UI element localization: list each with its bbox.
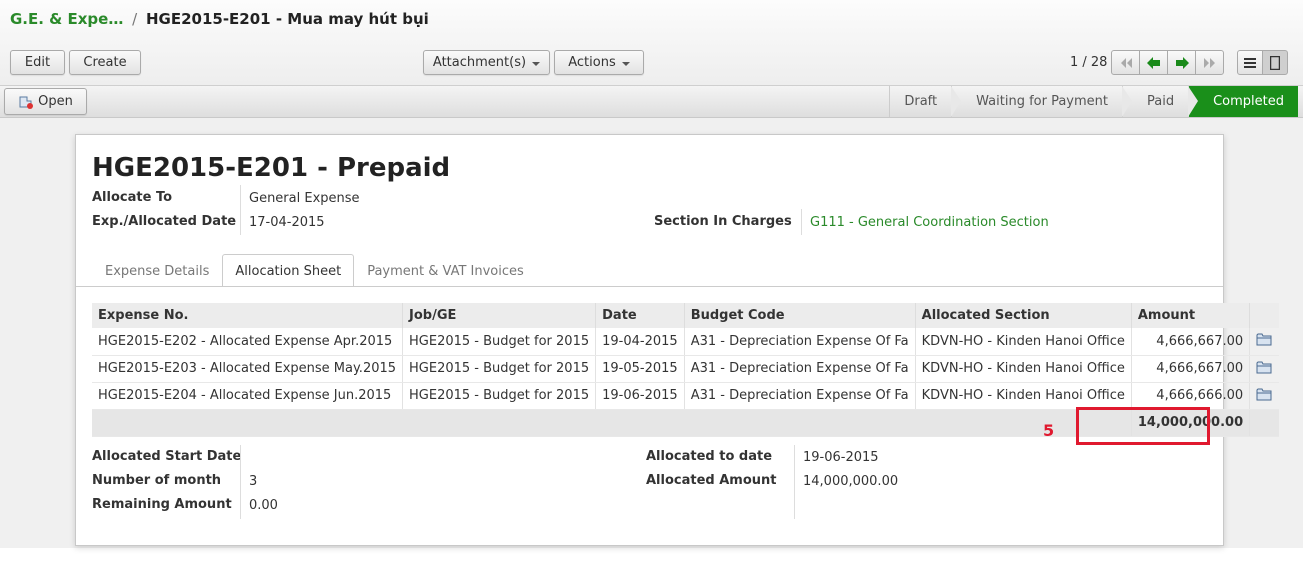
- actions-label: Actions: [568, 55, 616, 70]
- cell-date: 19-04-2015: [595, 328, 685, 356]
- tab-payment-vat-invoices[interactable]: Payment & VAT Invoices: [354, 254, 537, 287]
- arrow-right-icon: [1175, 56, 1189, 69]
- stage-draft[interactable]: Draft: [889, 86, 962, 117]
- allocated-start-date-label: Allocated Start Date: [92, 449, 242, 464]
- arrow-left-icon: [1146, 56, 1160, 69]
- edit-button[interactable]: Edit: [10, 50, 65, 75]
- stage-label: Draft: [904, 94, 938, 109]
- breadcrumb-current: HGE2015-E201 - Mua may hút bụi: [145, 10, 429, 28]
- form-icon: [1270, 55, 1280, 70]
- remaining-amount-field[interactable]: 0.00: [249, 498, 278, 513]
- cell-allocated-section: KDVN-HO - Kinden Hanoi Office: [915, 355, 1132, 383]
- allocated-date-label: Exp./Allocated Date: [92, 214, 237, 229]
- cell-expense-no: HGE2015-E204 - Allocated Expense Jun.201…: [92, 382, 404, 410]
- allocate-to-field[interactable]: General Expense: [249, 191, 360, 206]
- control-panel: G.E. & Expe… / HGE2015-E201 - Mua may hú…: [0, 0, 1303, 86]
- next-record-button[interactable]: [1167, 50, 1196, 75]
- last-icon: [1203, 57, 1215, 68]
- open-record-button[interactable]: [1249, 328, 1280, 356]
- number-of-month-label: Number of month: [92, 473, 222, 488]
- first-icon: [1120, 57, 1132, 68]
- form-view-button[interactable]: [1262, 50, 1288, 75]
- status-stages: Draft Waiting for Payment Paid Completed: [889, 86, 1298, 117]
- table-row[interactable]: HGE2015-E203 - Allocated Expense May.201…: [92, 355, 1280, 383]
- cell-allocated-section: KDVN-HO - Kinden Hanoi Office: [915, 328, 1132, 356]
- cell-budget-code: A31 - Depreciation Expense Of Fa: [684, 382, 916, 410]
- section-in-charges-label: Section In Charges: [654, 214, 792, 229]
- form-sheet: HGE2015-E201 - Prepaid Allocate To Gener…: [75, 134, 1280, 546]
- column-header-allocated-section[interactable]: Allocated Section: [915, 303, 1132, 328]
- caret-down-icon: [621, 61, 630, 66]
- cell-expense-no: HGE2015-E202 - Allocated Expense Apr.201…: [92, 328, 404, 356]
- allocated-amount-field[interactable]: 14,000,000.00: [803, 474, 898, 489]
- cell-date: 19-06-2015: [595, 382, 685, 410]
- stage-label: Waiting for Payment: [976, 94, 1108, 109]
- attachments-label: Attachment(s): [432, 55, 527, 70]
- first-record-button[interactable]: [1111, 50, 1140, 75]
- open-icon: [19, 96, 34, 109]
- open-button-label: Open: [38, 94, 73, 109]
- allocate-to-label: Allocate To: [92, 190, 173, 205]
- cell-job-ge: HGE2015 - Budget for 2015: [402, 328, 597, 356]
- stage-label: Paid: [1147, 94, 1175, 109]
- create-button-label: Create: [83, 55, 127, 70]
- pager-counter[interactable]: 1 / 28: [1070, 55, 1107, 70]
- column-header-date[interactable]: Date: [595, 303, 685, 328]
- table-row[interactable]: HGE2015-E204 - Allocated Expense Jun.201…: [92, 382, 1280, 410]
- open-button[interactable]: Open: [4, 88, 87, 115]
- folder-icon: [1256, 333, 1272, 346]
- stage-label: Completed: [1213, 94, 1284, 109]
- notebook-tabs: Expense Details Allocation Sheet Payment…: [92, 254, 537, 287]
- status-bar: Open Draft Waiting for Payment Paid Comp…: [0, 86, 1303, 118]
- allocated-to-date-label: Allocated to date: [646, 449, 773, 464]
- breadcrumb: G.E. & Expe… / HGE2015-E201 - Mua may hú…: [10, 10, 429, 28]
- column-header-budget-code[interactable]: Budget Code: [684, 303, 916, 328]
- cell-allocated-section: KDVN-HO - Kinden Hanoi Office: [915, 382, 1132, 410]
- column-header-amount[interactable]: Amount: [1131, 303, 1251, 328]
- cell-budget-code: A31 - Depreciation Expense Of Fa: [684, 328, 916, 356]
- breadcrumb-parent-link[interactable]: G.E. & Expe…: [10, 10, 123, 28]
- tab-expense-details[interactable]: Expense Details: [92, 254, 222, 287]
- cell-job-ge: HGE2015 - Budget for 2015: [402, 355, 597, 383]
- list-view-button[interactable]: [1237, 50, 1263, 75]
- edit-button-label: Edit: [24, 55, 51, 70]
- breadcrumb-separator: /: [132, 10, 138, 28]
- allocated-amount-label: Allocated Amount: [646, 473, 777, 488]
- highlight-box: [1076, 407, 1210, 445]
- tab-allocation-sheet[interactable]: Allocation Sheet: [222, 254, 355, 287]
- folder-icon: [1256, 361, 1272, 373]
- cell-amount: 4,666,667.00: [1131, 328, 1251, 356]
- section-in-charges-link[interactable]: G111 - General Coordination Section: [810, 215, 1049, 230]
- create-button[interactable]: Create: [69, 50, 141, 75]
- cell-amount: 4,666,666.00: [1131, 382, 1251, 410]
- last-record-button[interactable]: [1195, 50, 1224, 75]
- stage-waiting-for-payment[interactable]: Waiting for Payment: [951, 86, 1132, 117]
- allocated-to-date-field[interactable]: 19-06-2015: [803, 450, 879, 465]
- actions-dropdown[interactable]: Actions: [554, 50, 644, 75]
- column-header-expense-no[interactable]: Expense No.: [92, 303, 404, 328]
- open-record-button[interactable]: [1249, 355, 1280, 383]
- cell-expense-no: HGE2015-E203 - Allocated Expense May.201…: [92, 355, 404, 383]
- cell-budget-code: A31 - Depreciation Expense Of Fa: [684, 355, 916, 383]
- pager-buttons: [1111, 50, 1224, 75]
- annotation-number: 5: [1043, 421, 1055, 440]
- allocated-date-field[interactable]: 17-04-2015: [249, 215, 325, 230]
- folder-icon: [1256, 388, 1272, 400]
- view-switcher: [1237, 50, 1288, 75]
- caret-down-icon: [532, 61, 541, 66]
- stage-completed[interactable]: Completed: [1188, 86, 1298, 117]
- table-row[interactable]: HGE2015-E202 - Allocated Expense Apr.201…: [92, 328, 1280, 356]
- number-of-month-field[interactable]: 3: [249, 474, 257, 489]
- remaining-amount-label: Remaining Amount: [92, 497, 232, 512]
- attachments-dropdown[interactable]: Attachment(s): [423, 50, 550, 75]
- column-header-job-ge[interactable]: Job/GE: [402, 303, 597, 328]
- cell-date: 19-05-2015: [595, 355, 685, 383]
- table-header-row: Expense No. Job/GE Date Budget Code Allo…: [92, 303, 1280, 328]
- previous-record-button[interactable]: [1139, 50, 1168, 75]
- open-record-button[interactable]: [1249, 382, 1280, 410]
- document-title: HGE2015-E201 - Prepaid: [92, 153, 451, 183]
- cell-job-ge: HGE2015 - Budget for 2015: [402, 382, 597, 410]
- cell-amount: 4,666,667.00: [1131, 355, 1251, 383]
- list-icon: [1244, 57, 1256, 68]
